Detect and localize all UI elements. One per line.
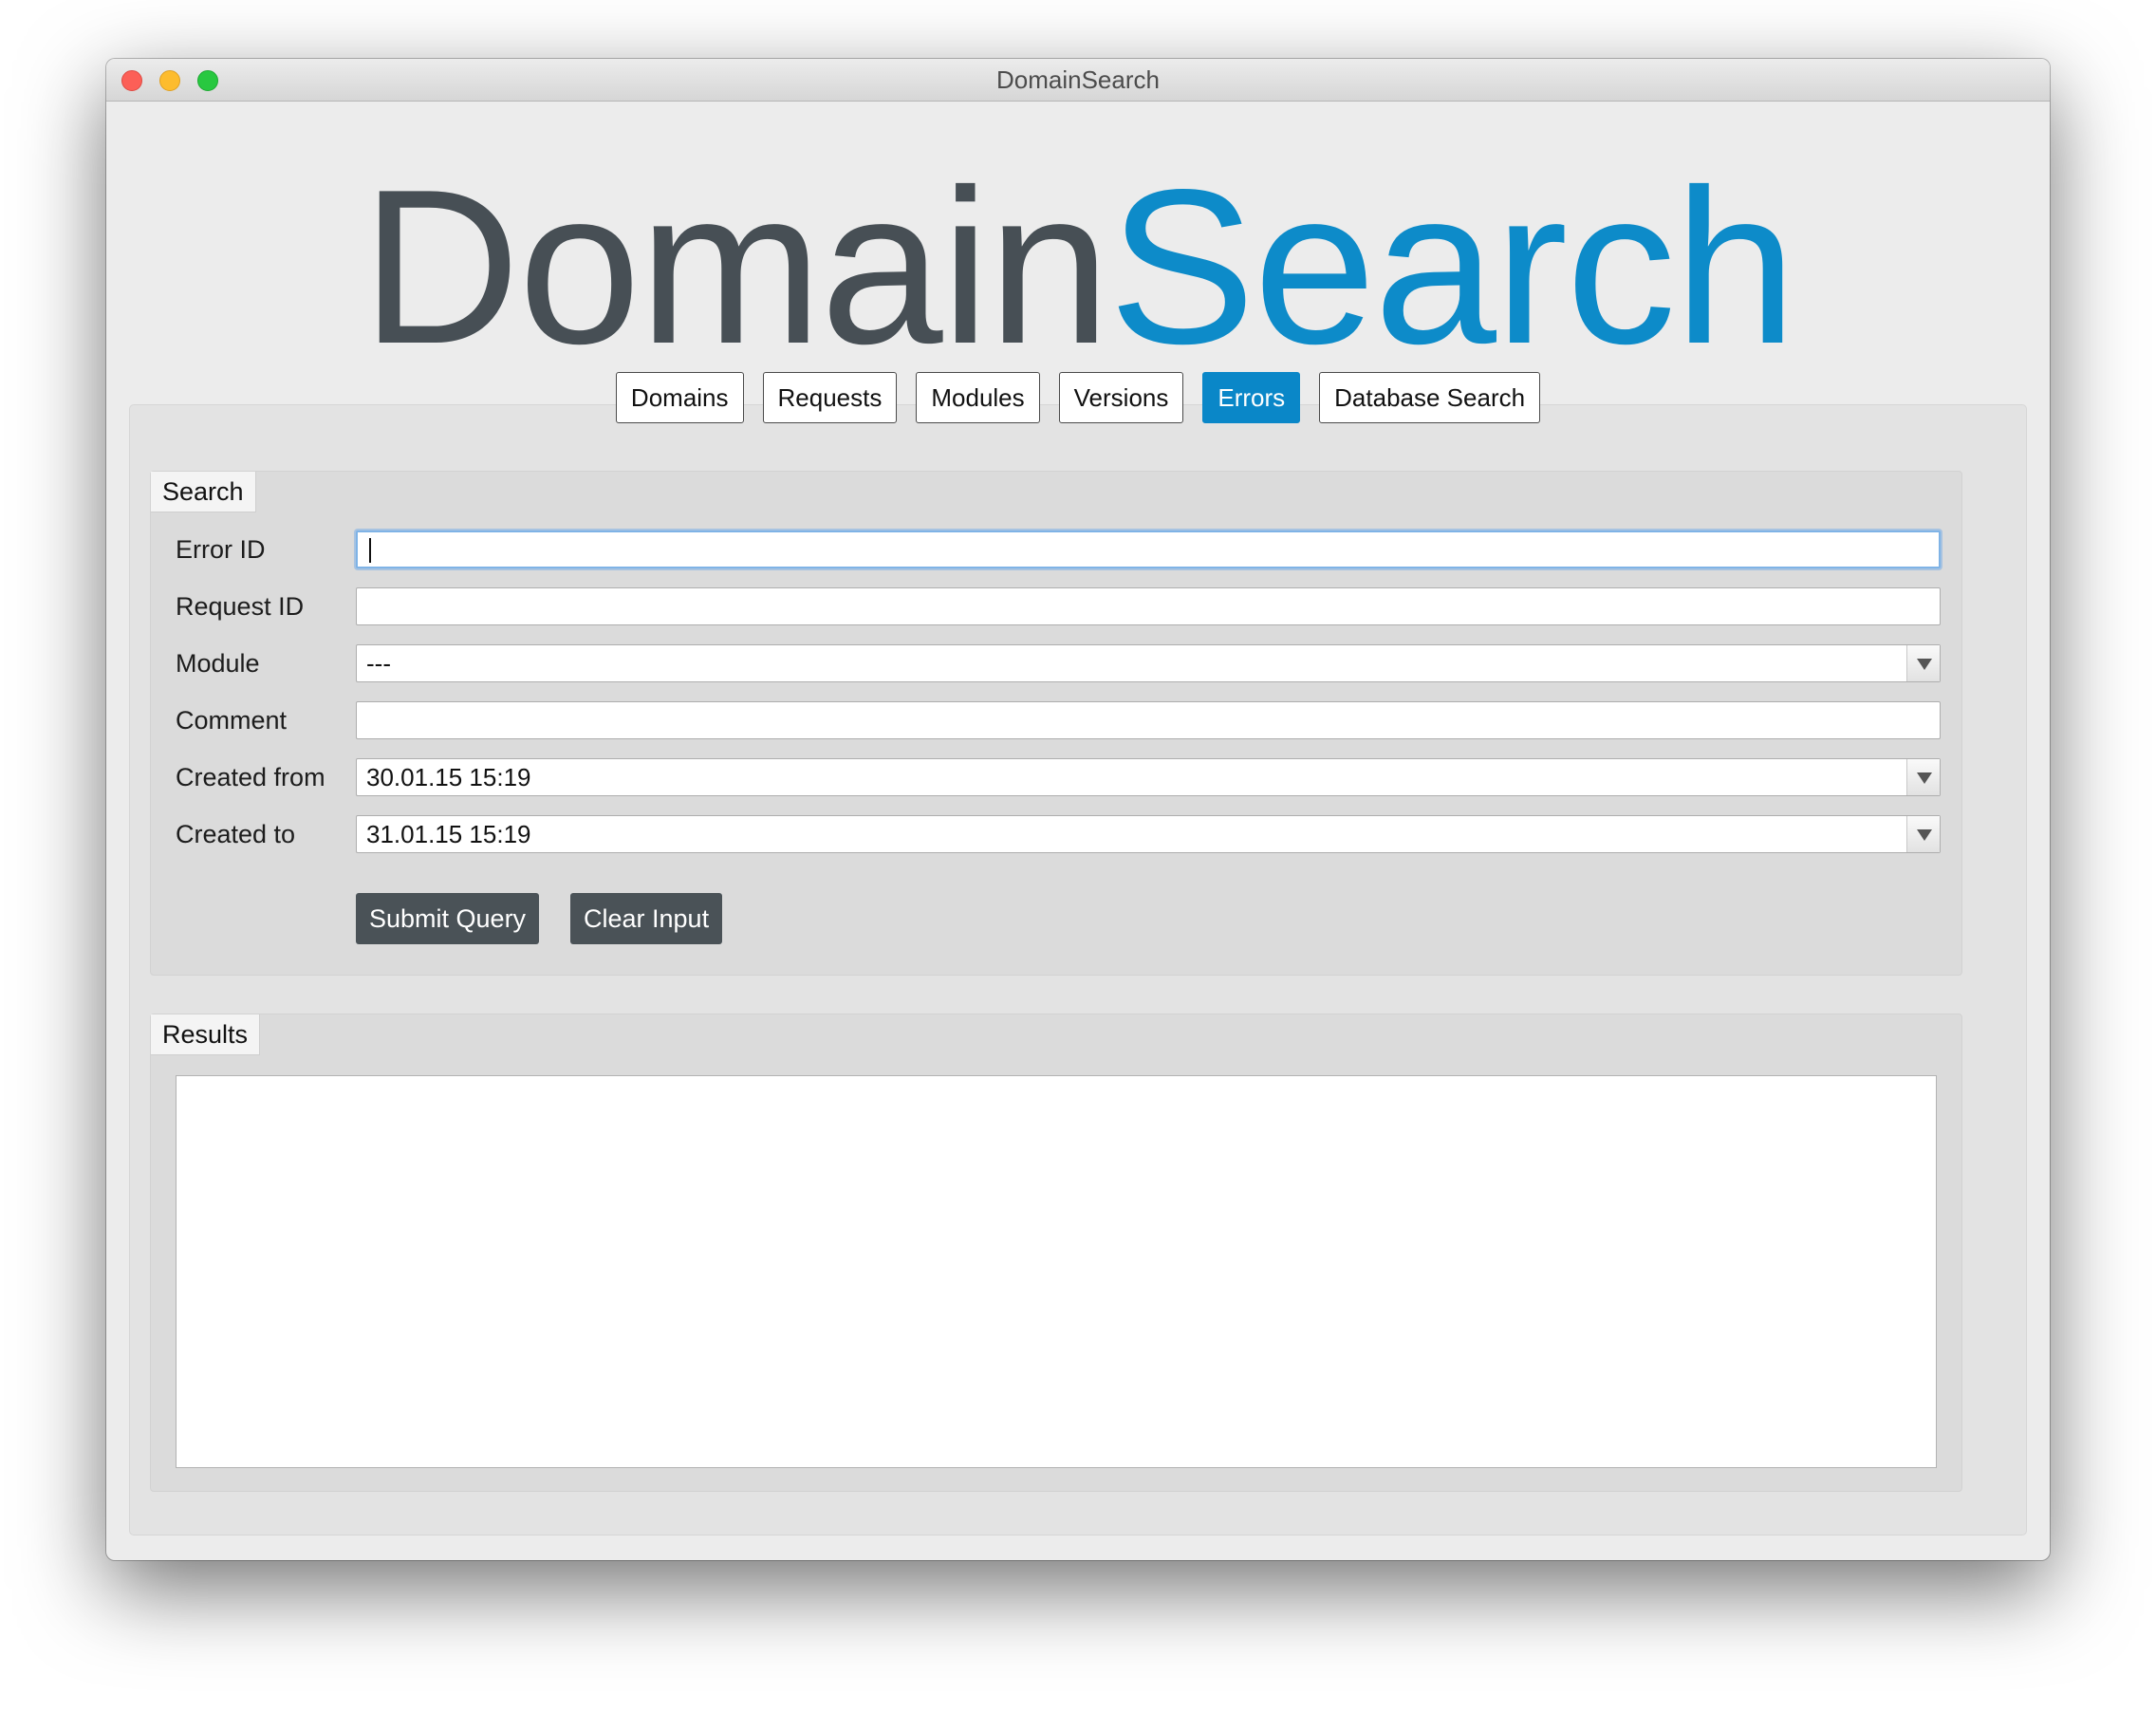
dropdown-arrow-icon[interactable]	[1906, 645, 1940, 681]
created-from-datetime[interactable]: 30.01.15 15:19	[356, 758, 1941, 796]
app-logo: DomainSearch	[106, 144, 2050, 391]
tab-domains[interactable]: Domains	[615, 372, 744, 423]
tab-database-search[interactable]: Database Search	[1319, 372, 1541, 423]
created-from-label: Created from	[176, 763, 325, 791]
tab-errors[interactable]: Errors	[1202, 372, 1301, 423]
created-to-datetime[interactable]: 31.01.15 15:19	[356, 815, 1941, 853]
comment-label: Comment	[176, 706, 288, 735]
error-id-label: Error ID	[176, 535, 266, 564]
created-to-value: 31.01.15 15:19	[366, 820, 531, 848]
module-select[interactable]: ---	[356, 644, 1941, 682]
error-id-input[interactable]	[356, 530, 1941, 568]
module-select-value: ---	[366, 649, 391, 678]
search-group-title: Search	[151, 472, 256, 512]
comment-input[interactable]	[356, 701, 1941, 739]
window-title: DomainSearch	[996, 65, 1160, 94]
title-bar[interactable]: DomainSearch	[106, 59, 2050, 102]
tab-bar: Domains Requests Modules Versions Errors…	[106, 372, 2050, 423]
text-caret	[369, 538, 371, 563]
app-window: DomainSearch DomainSearch Domains Reques…	[106, 59, 2050, 1560]
tab-modules[interactable]: Modules	[916, 372, 1040, 423]
clear-input-button[interactable]: Clear Input	[570, 893, 723, 944]
created-from-value: 30.01.15 15:19	[366, 763, 531, 791]
dropdown-arrow-icon[interactable]	[1906, 816, 1940, 852]
request-id-input[interactable]	[356, 587, 1941, 625]
tab-versions[interactable]: Versions	[1058, 372, 1184, 423]
results-area[interactable]	[176, 1075, 1937, 1468]
request-id-label: Request ID	[176, 592, 305, 621]
module-label: Module	[176, 649, 260, 678]
search-group: Search Error ID Request ID Module --- Co…	[150, 471, 1962, 976]
logo-text-search: Search	[1108, 144, 1796, 390]
results-group-title: Results	[151, 1014, 261, 1055]
logo-text-domain: Domain	[361, 144, 1110, 390]
results-group: Results	[150, 1014, 1962, 1492]
dropdown-arrow-icon[interactable]	[1906, 759, 1940, 795]
created-to-label: Created to	[176, 820, 296, 848]
tab-requests[interactable]: Requests	[762, 372, 898, 423]
submit-query-button[interactable]: Submit Query	[356, 893, 540, 944]
